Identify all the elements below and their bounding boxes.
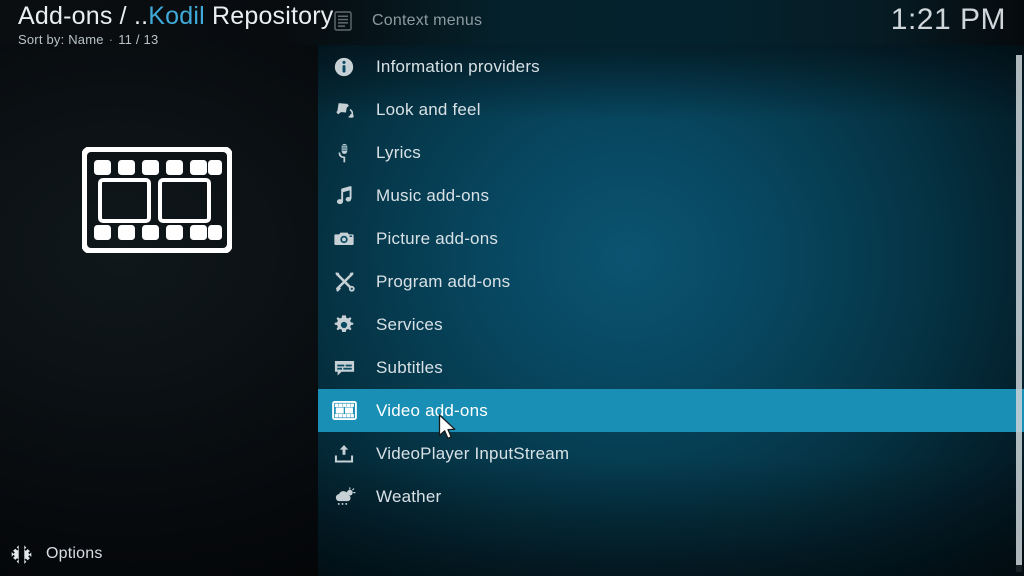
list-document-icon: [334, 11, 352, 31]
options-cog-icon: [10, 543, 32, 565]
weather-cloud-icon: [331, 484, 357, 510]
list-item-information-providers[interactable]: Information providers: [318, 45, 1024, 88]
subtitle-separator: ·: [108, 32, 114, 47]
list-item-music-addons[interactable]: Music add-ons: [318, 174, 1024, 217]
list-item-services[interactable]: Services: [318, 303, 1024, 346]
list-item-label: Picture add-ons: [376, 228, 499, 248]
addon-category-list[interactable]: Information providers Look and feel Lyri…: [318, 45, 1024, 518]
list-item-lyrics[interactable]: Lyrics: [318, 131, 1024, 174]
list-item-label: Lyrics: [376, 142, 421, 162]
list-item-picture-addons[interactable]: Picture add-ons: [318, 217, 1024, 260]
list-item-look-and-feel[interactable]: Look and feel: [318, 88, 1024, 131]
list-item-label: Services: [376, 314, 443, 334]
film-strip-artwork: [81, 146, 233, 254]
breadcrumb-prefix: Add-ons / ..: [18, 2, 149, 30]
info-circle-icon: [331, 54, 357, 80]
list-item-label: Information providers: [376, 56, 540, 76]
microphone-icon: [331, 140, 357, 166]
list-item-program-addons[interactable]: Program add-ons: [318, 260, 1024, 303]
header-bar: Add-ons / ..Kodil Repository Sort by: Na…: [0, 0, 1024, 48]
list-item-label: Look and feel: [376, 99, 481, 119]
breadcrumb-suffix: Repository: [204, 2, 334, 30]
clock: 1:21 PM: [890, 3, 1006, 36]
list-item-video-addons[interactable]: Video add-ons: [318, 389, 1024, 432]
context-menus-entry[interactable]: Context menus: [334, 11, 482, 31]
music-note-icon: [331, 183, 357, 209]
context-menus-label: Context menus: [372, 12, 483, 29]
list-item-label: Subtitles: [376, 357, 444, 377]
list-item-label: Program add-ons: [376, 271, 511, 291]
film-strip-icon: [81, 146, 233, 254]
list-item-label: Video add-ons: [376, 400, 488, 420]
title-block: Add-ons / ..Kodil Repository Sort by: Na…: [18, 1, 333, 48]
scrollbar-thumb[interactable]: [1016, 55, 1022, 565]
list-item-weather[interactable]: Weather: [318, 475, 1024, 518]
list-item-label: VideoPlayer InputStream: [376, 443, 570, 463]
upload-tray-icon: [331, 441, 357, 467]
list-item-subtitles[interactable]: Subtitles: [318, 346, 1024, 389]
sort-mode-label: Sort by: Name: [18, 32, 104, 47]
camera-icon: [331, 226, 357, 252]
options-label: Options: [46, 545, 103, 562]
paint-bucket-icon: [331, 97, 357, 123]
gear-icon: [331, 312, 357, 338]
kodi-screen: Add-ons / ..Kodil Repository Sort by: Na…: [0, 0, 1024, 576]
film-strip-icon: [331, 398, 357, 424]
breadcrumb: Add-ons / ..Kodil Repository: [18, 1, 333, 31]
subtitles-icon: [331, 355, 357, 381]
list-item-label: Music add-ons: [376, 185, 490, 205]
options-button[interactable]: Options: [0, 532, 318, 576]
list-item-label: Weather: [376, 486, 442, 506]
list-item-videoplayer-inputstream[interactable]: VideoPlayer InputStream: [318, 432, 1024, 475]
breadcrumb-accent: Kodil: [148, 2, 205, 30]
item-count-label: 11 / 13: [118, 32, 159, 47]
page-subtitle: Sort by: Name · 11 / 13: [18, 32, 333, 48]
tools-icon: [331, 269, 357, 295]
